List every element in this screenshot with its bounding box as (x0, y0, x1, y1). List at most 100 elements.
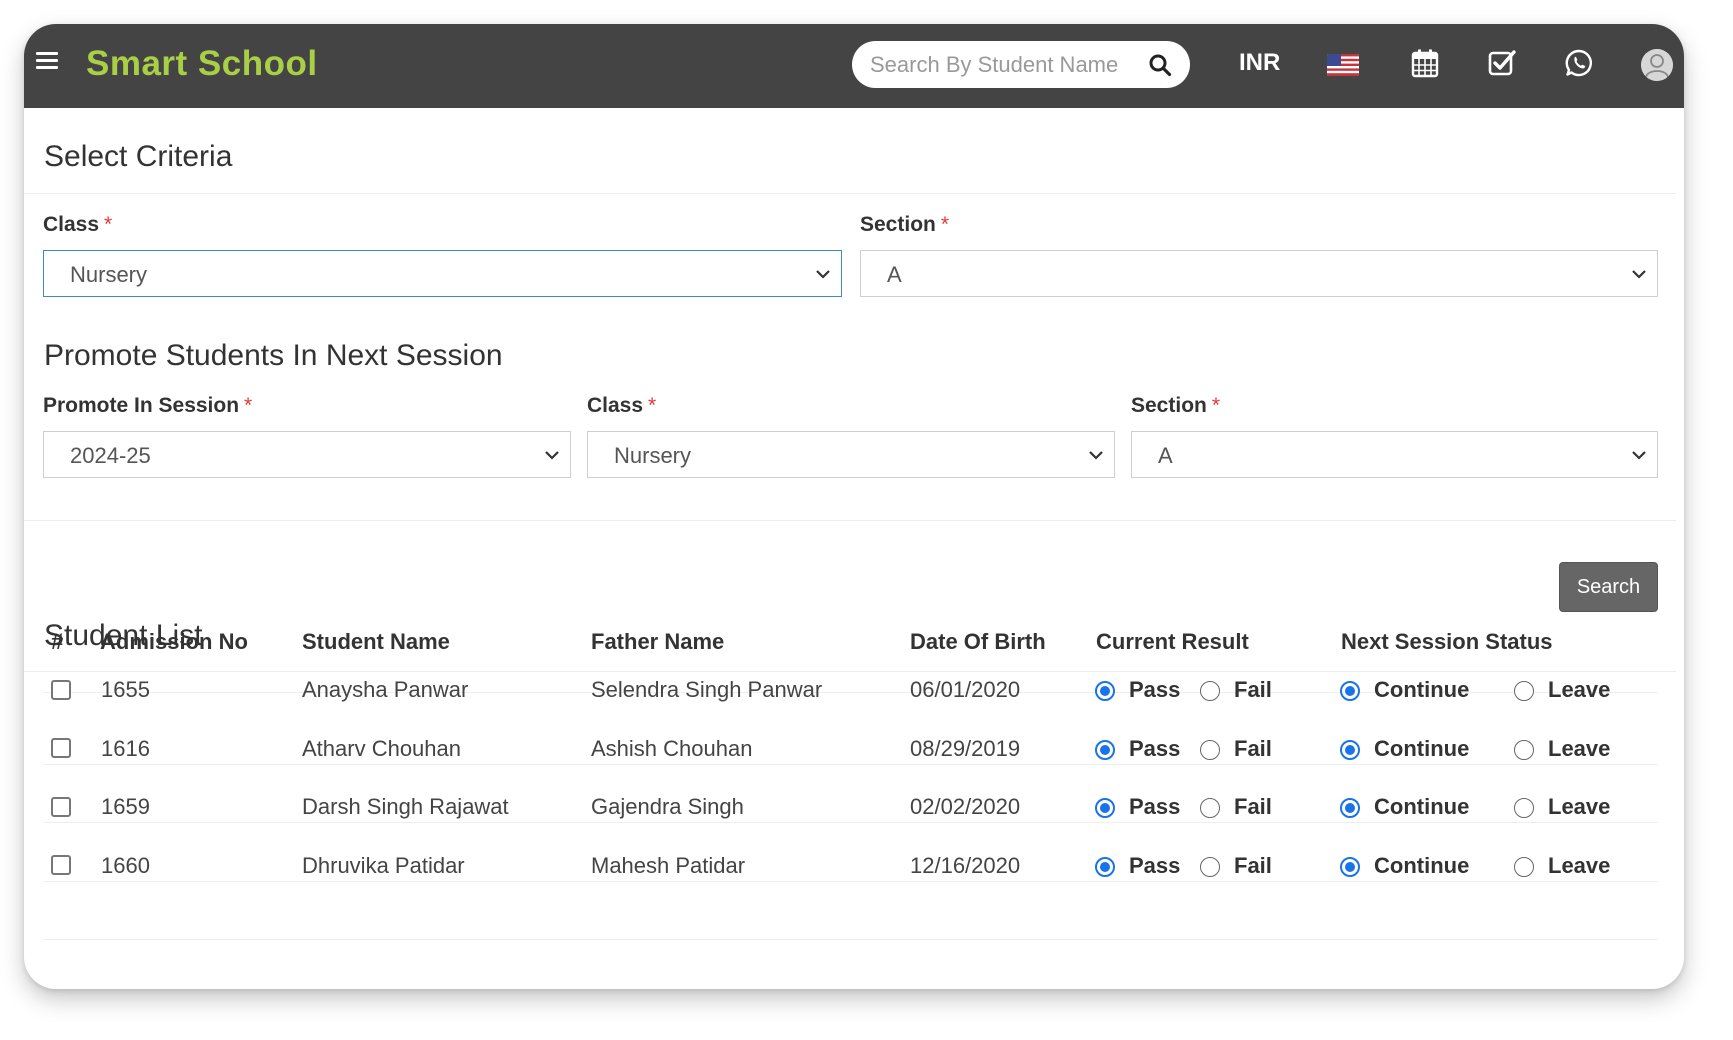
whatsapp-icon[interactable] (1564, 48, 1594, 78)
promote-section-label: Section * (1131, 394, 1221, 417)
promote-class-select[interactable]: Nursery (587, 431, 1115, 478)
promote-session-value: 2024-25 (70, 443, 151, 468)
class-select-value: Nursery (70, 262, 148, 287)
result-fail-label: Fail (1234, 736, 1272, 761)
father-name-cell: Selendra Singh Panwar (591, 677, 823, 702)
student-name-cell: Dhruvika Patidar (302, 853, 465, 878)
father-name-cell: Gajendra Singh (591, 794, 744, 819)
col-header-admission-no: Admission No (100, 629, 248, 654)
admission-no-cell: 1660 (101, 853, 150, 878)
brand-logo[interactable]: Smart School (86, 44, 318, 84)
chevron-down-icon (816, 270, 830, 279)
chevron-down-icon (1632, 451, 1646, 460)
status-continue-radio[interactable] (1340, 681, 1360, 701)
result-fail-radio[interactable] (1200, 681, 1220, 701)
row-divider (43, 939, 1658, 940)
class-label: Class * (43, 213, 113, 236)
section-select[interactable]: A (860, 250, 1658, 297)
currency-selector[interactable]: INR (1239, 49, 1280, 77)
col-header-current-result: Current Result (1096, 629, 1249, 654)
status-leave-radio[interactable] (1514, 798, 1534, 818)
status-leave-radio[interactable] (1514, 740, 1534, 760)
section-select-value: A (887, 262, 902, 287)
admission-no-cell: 1616 (101, 736, 150, 761)
status-continue-label: Continue (1374, 853, 1470, 878)
result-pass-label: Pass (1129, 677, 1181, 702)
app-window: Smart School INR (24, 24, 1684, 989)
promote-class-value: Nursery (614, 443, 692, 468)
student-name-cell: Darsh Singh Rajawat (302, 794, 509, 819)
status-leave-radio[interactable] (1514, 681, 1534, 701)
section-label: Section * (860, 213, 950, 236)
father-name-cell: Ashish Chouhan (591, 736, 753, 761)
promote-students-title: Promote Students In Next Session (44, 339, 503, 372)
admission-no-cell: 1659 (101, 794, 150, 819)
promote-session-label: Promote In Session * (43, 394, 253, 417)
promote-class-label: Class * (587, 394, 657, 417)
menu-icon[interactable] (36, 52, 58, 70)
promote-section-value: A (1158, 443, 1173, 468)
result-pass-label: Pass (1129, 853, 1181, 878)
status-leave-label: Leave (1548, 794, 1611, 819)
status-leave-label: Leave (1548, 853, 1611, 878)
result-fail-radio[interactable] (1200, 740, 1220, 760)
user-avatar-icon[interactable] (1641, 49, 1673, 81)
table-header-divider (43, 764, 1658, 765)
divider (24, 193, 1676, 194)
student-name-cell: Atharv Chouhan (302, 736, 461, 761)
checkbox-task-icon[interactable] (1487, 48, 1517, 78)
result-fail-label: Fail (1234, 853, 1272, 878)
row-divider (43, 881, 1658, 882)
status-continue-label: Continue (1374, 794, 1470, 819)
status-leave-label: Leave (1548, 677, 1611, 702)
student-search-input[interactable] (870, 41, 1132, 88)
select-criteria-title: Select Criteria (44, 140, 233, 173)
row-select-checkbox[interactable] (51, 855, 71, 875)
status-leave-radio[interactable] (1514, 857, 1534, 877)
result-fail-label: Fail (1234, 677, 1272, 702)
row-select-checkbox[interactable] (51, 738, 71, 758)
top-navbar: Smart School INR (24, 24, 1684, 108)
promote-session-select[interactable]: 2024-25 (43, 431, 571, 478)
status-continue-radio[interactable] (1340, 798, 1360, 818)
admission-no-cell: 1655 (101, 677, 150, 702)
promote-section-select[interactable]: A (1131, 431, 1658, 478)
search-icon[interactable] (1148, 53, 1172, 77)
col-header-next-session-status: Next Session Status (1341, 629, 1553, 654)
chevron-down-icon (1632, 270, 1646, 279)
student-search-box (852, 41, 1190, 88)
result-pass-label: Pass (1129, 736, 1181, 761)
result-pass-radio[interactable] (1095, 798, 1115, 818)
result-fail-radio[interactable] (1200, 857, 1220, 877)
divider (24, 520, 1676, 521)
result-pass-radio[interactable] (1095, 857, 1115, 877)
result-pass-radio[interactable] (1095, 681, 1115, 701)
search-button[interactable]: Search (1559, 562, 1658, 612)
dob-cell: 12/16/2020 (910, 853, 1021, 878)
calendar-icon[interactable] (1410, 48, 1440, 78)
col-header-index: # (51, 629, 64, 654)
status-leave-label: Leave (1548, 736, 1611, 761)
divider (24, 671, 1676, 672)
result-pass-label: Pass (1129, 794, 1181, 819)
result-fail-label: Fail (1234, 794, 1272, 819)
result-fail-radio[interactable] (1200, 798, 1220, 818)
col-header-student-name: Student Name (302, 629, 450, 654)
col-header-date-of-birth: Date Of Birth (910, 629, 1046, 654)
row-select-checkbox[interactable] (51, 797, 71, 817)
dob-cell: 02/02/2020 (910, 794, 1021, 819)
father-name-cell: Mahesh Patidar (591, 853, 746, 878)
status-continue-label: Continue (1374, 736, 1470, 761)
chevron-down-icon (545, 451, 559, 460)
status-continue-radio[interactable] (1340, 857, 1360, 877)
col-header-father-name: Father Name (591, 629, 725, 654)
status-continue-radio[interactable] (1340, 740, 1360, 760)
us-flag-icon[interactable] (1327, 54, 1359, 76)
class-select[interactable]: Nursery (43, 250, 842, 297)
result-pass-radio[interactable] (1095, 740, 1115, 760)
row-select-checkbox[interactable] (51, 680, 71, 700)
row-divider (43, 822, 1658, 823)
status-continue-label: Continue (1374, 677, 1470, 702)
dob-cell: 06/01/2020 (910, 677, 1021, 702)
dob-cell: 08/29/2019 (910, 736, 1021, 761)
